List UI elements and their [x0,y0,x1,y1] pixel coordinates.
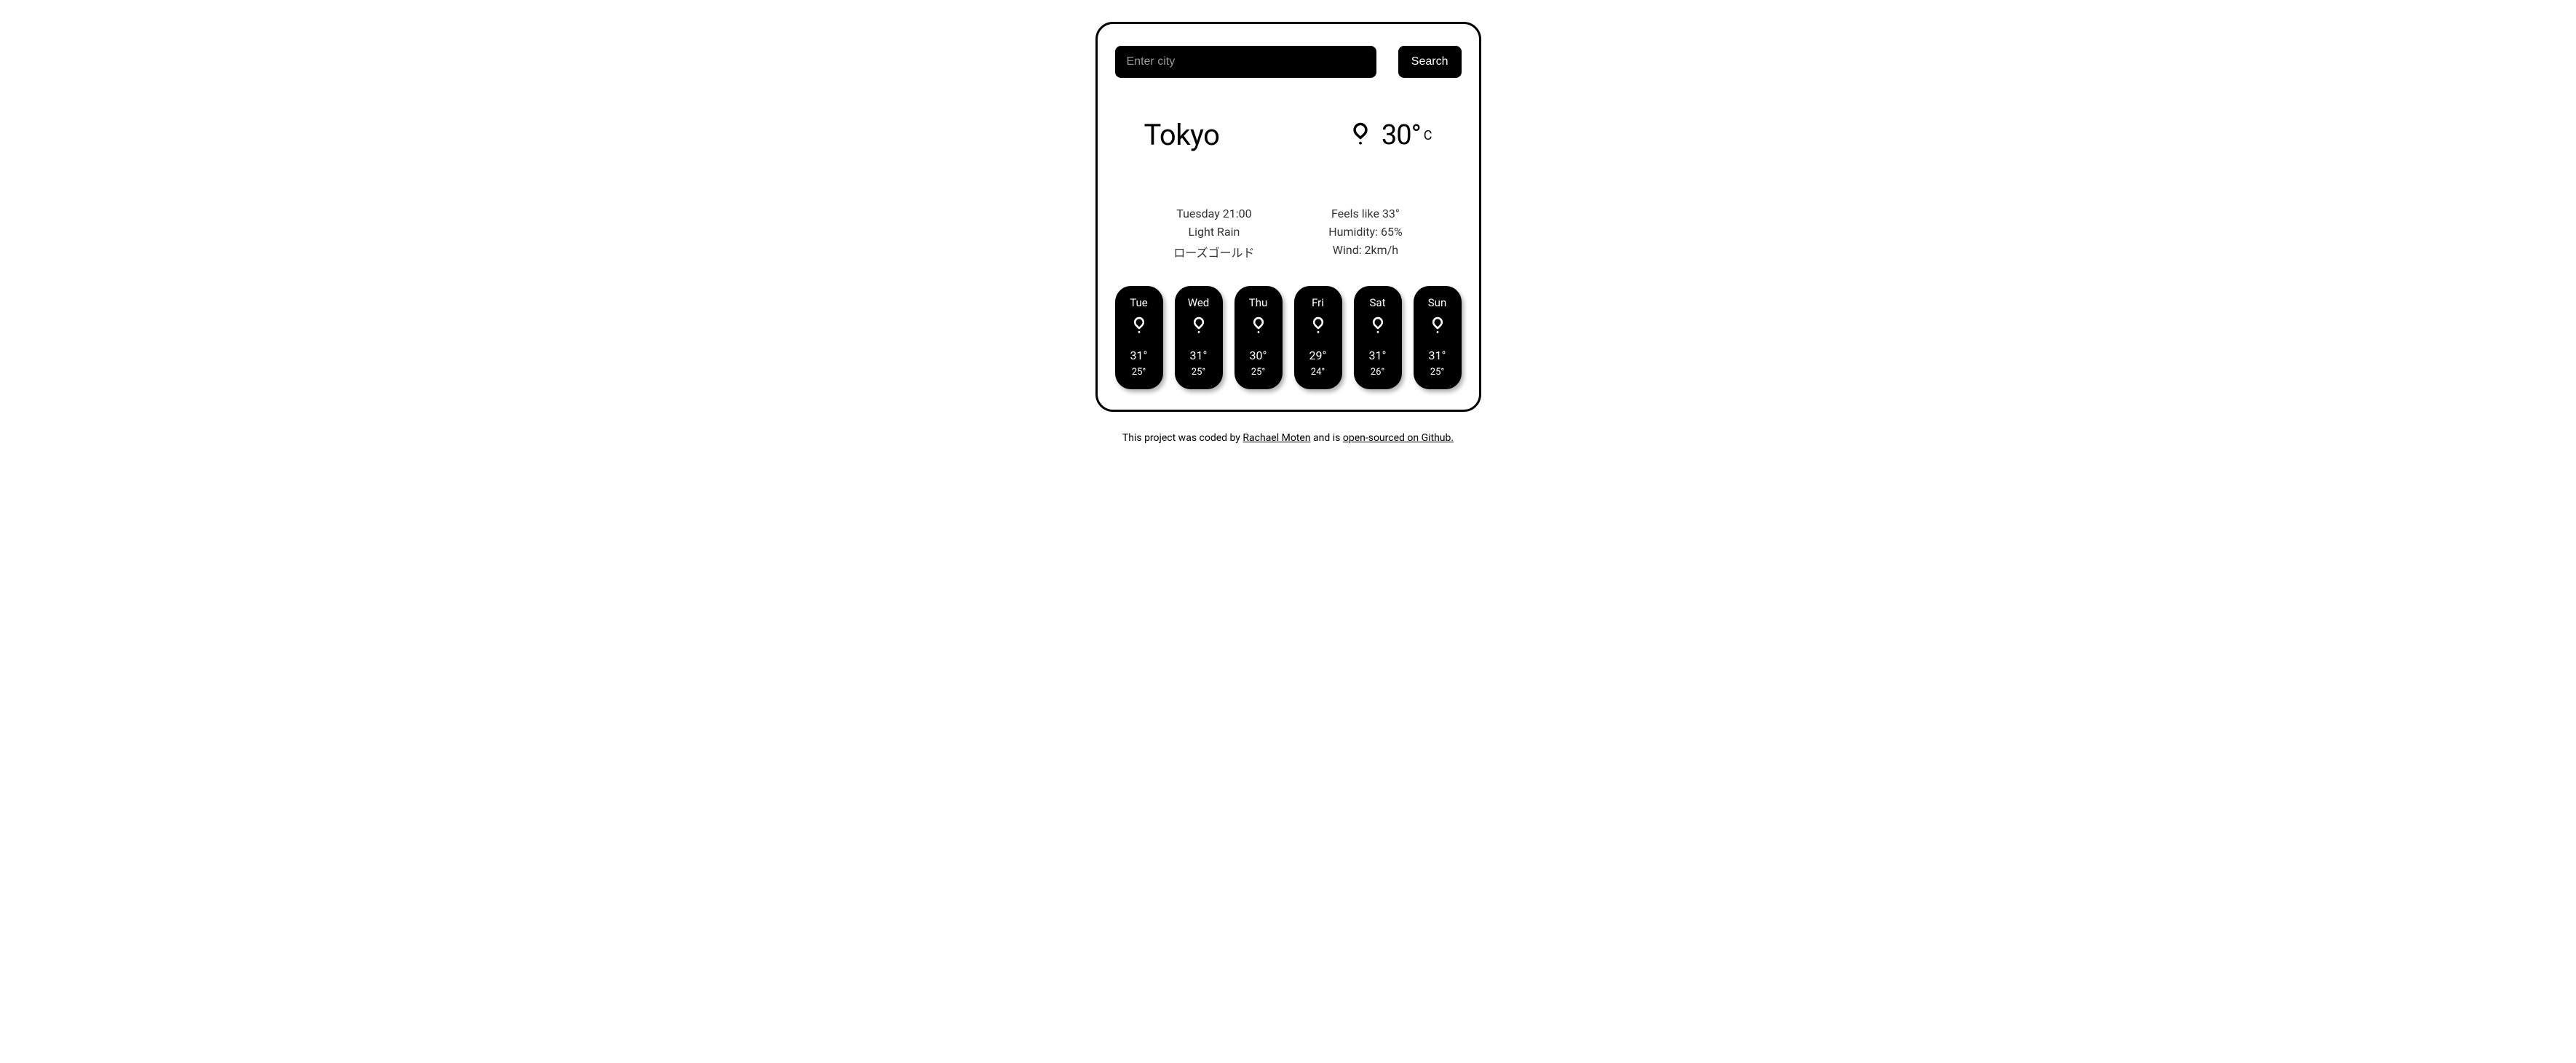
github-link[interactable]: open-sourced on Github. [1343,432,1454,444]
forecast-low: 25° [1132,367,1146,378]
drizzle-icon [1189,315,1209,338]
forecast-day: Sat [1370,296,1386,309]
condition-text: Light Rain [1189,225,1240,239]
humidity-text: Humidity: 65% [1328,225,1402,239]
search-row: Search [1115,46,1462,78]
temperature-block: 30° C [1347,119,1432,151]
footer-prefix: This project was coded by [1122,432,1243,444]
forecast-day: Fri [1312,296,1324,309]
forecast-card: Wed 31° 25° [1175,286,1223,389]
forecast-card: Fri 29° 24° [1294,286,1342,389]
forecast-high: 29° [1309,349,1327,362]
left-details: Tuesday 21:00 Light Rain ローズゴールド [1173,207,1254,260]
datetime-text: Tuesday 21:00 [1176,207,1251,220]
right-details: Feels like 33° Humidity: 65% Wind: 2km/h [1328,207,1402,260]
forecast-low: 25° [1430,367,1444,378]
city-search-input[interactable] [1115,46,1376,78]
drizzle-icon [1347,120,1374,151]
forecast-high: 31° [1130,349,1148,362]
search-button[interactable]: Search [1398,46,1462,78]
city-name: Tokyo [1144,118,1220,152]
forecast-card: Sun 31° 25° [1414,286,1462,389]
forecast-high: 31° [1429,349,1446,362]
forecast-card: Thu 30° 25° [1235,286,1283,389]
forecast-low: 24° [1311,367,1325,378]
current-temperature: 30° [1382,119,1421,151]
drizzle-icon [1248,315,1269,338]
drizzle-icon [1308,315,1328,338]
forecast-low: 25° [1192,367,1205,378]
drizzle-icon [1129,315,1149,338]
drizzle-icon [1368,315,1388,338]
forecast-day: Sun [1428,296,1446,309]
wind-text: Wind: 2km/h [1333,243,1398,257]
forecast-day: Thu [1249,296,1267,309]
forecast-card: Tue 31° 25° [1115,286,1163,389]
forecast-high: 31° [1190,349,1208,362]
feels-like-text: Feels like 33° [1331,207,1400,220]
footer-text: This project was coded by Rachael Moten … [1122,432,1454,444]
forecast-day: Wed [1188,296,1210,309]
drizzle-icon [1427,315,1448,338]
forecast-card: Sat 31° 26° [1354,286,1402,389]
extra-text: ローズゴールド [1173,243,1254,260]
forecast-low: 25° [1251,367,1265,378]
weather-card: Search Tokyo 30° C Tuesday 21:00 Light R… [1095,22,1481,412]
author-link[interactable]: Rachael Moten [1243,432,1310,444]
forecast-low: 26° [1371,367,1384,378]
forecast-high: 30° [1250,349,1267,362]
forecast-row: Tue 31° 25° Wed 31° 25° Thu 30° 25° Fri 29° 24°… [1115,286,1462,389]
footer-middle: and is [1311,432,1343,444]
temperature-unit: C [1424,128,1432,143]
forecast-high: 31° [1369,349,1387,362]
current-main-row: Tokyo 30° C [1115,118,1462,152]
details-row: Tuesday 21:00 Light Rain ローズゴールド Feels l… [1115,207,1462,260]
forecast-day: Tue [1130,296,1147,309]
